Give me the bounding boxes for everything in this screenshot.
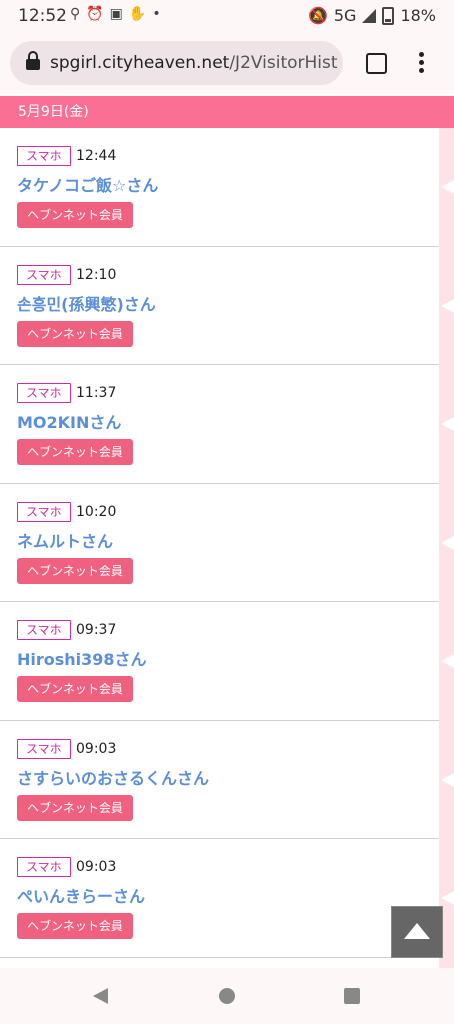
side-notch — [441, 891, 454, 905]
side-notch — [441, 654, 454, 668]
visit-time: 12:10 — [76, 266, 117, 283]
list-item: スマホ 09:03 ぺいんきらーさん ヘブンネット会員 — [0, 839, 439, 958]
visit-time: 09:37 — [76, 622, 117, 638]
lock-icon[interactable] — [26, 51, 40, 70]
device-badge: スマホ — [17, 857, 71, 877]
visitor-name-link[interactable]: MO2KINさん — [17, 409, 121, 433]
visitor-list: スマホ 12:44 タケノコご飯☆さん ヘブンネット会員 スマホ 12:10 손흥민(孫興慜… — [0, 128, 439, 958]
device-badge: スマホ — [17, 501, 71, 522]
side-notch — [441, 535, 454, 550]
visitor-name-link[interactable]: タケノコご飯☆さん — [17, 172, 158, 196]
recents-icon[interactable] — [344, 988, 360, 1004]
page-content: 5月9日(金) スマホ 12:44 タケノコご飯☆さん ヘブンネット会員 スマホ 12:1… — [0, 94, 454, 968]
member-badge: ヘブンネット会員 — [17, 913, 133, 939]
device-badge: スマホ — [17, 620, 71, 640]
notification-icons: ⚲⏰▣✋• — [70, 6, 167, 22]
visit-time: 11:37 — [76, 385, 117, 401]
list-item: スマホ 12:10 손흥민(孫興慜)さん ヘブンネット会員 — [0, 247, 439, 365]
member-badge: ヘブンネット会員 — [17, 794, 133, 821]
member-badge: ヘブンネット会員 — [17, 557, 133, 584]
list-item: スマホ 09:03 さすらいのおさるくんさん ヘブンネット会員 — [0, 721, 439, 839]
visit-time: 10:20 — [76, 503, 117, 520]
signal-icon — [362, 8, 377, 23]
scroll-to-top-button[interactable] — [391, 906, 443, 958]
url-text[interactable]: spgirl.cityheaven.net/J2VisitorHist — [50, 53, 338, 73]
back-icon[interactable] — [93, 988, 108, 1004]
side-notch — [441, 417, 454, 431]
status-right: 🔕 5G 18% — [308, 6, 436, 25]
more-menu-icon[interactable] — [419, 52, 424, 76]
member-badge: ヘブンネット会員 — [17, 676, 133, 702]
list-item: スマホ 10:20 ネムルトさん ヘブンネット会員 — [0, 484, 439, 602]
status-bar: 12:52 ⚲⏰▣✋• 🔕 5G 18% — [0, 0, 454, 32]
mute-icon: 🔕 — [307, 6, 328, 25]
visit-time: 09:03 — [76, 859, 117, 875]
network-label: 5G — [333, 6, 357, 25]
member-badge: ヘブンネット会員 — [17, 320, 133, 347]
tab-switcher-icon[interactable] — [366, 53, 387, 74]
visitor-name-link[interactable]: ネムルトさん — [17, 528, 113, 552]
member-badge: ヘブンネット会員 — [17, 202, 133, 228]
visit-time: 09:03 — [76, 740, 117, 757]
url-domain: spgirl.cityheaven.net — [50, 53, 230, 73]
date-header: 5月9日(金) — [0, 96, 454, 128]
system-nav-bar — [0, 968, 454, 1024]
visitor-name-link[interactable]: Hiroshi398さん — [17, 646, 147, 670]
address-bar[interactable]: spgirl.cityheaven.net/J2VisitorHist — [10, 41, 343, 85]
visitor-name-link[interactable]: さすらいのおさるくんさん — [17, 765, 209, 789]
device-badge: スマホ — [17, 383, 71, 403]
arrow-up-icon — [404, 923, 430, 939]
side-notch — [441, 298, 454, 313]
list-item: スマホ 12:44 タケノコご飯☆さん ヘブンネット会員 — [0, 128, 439, 247]
list-item: スマホ 09:37 Hiroshi398さん ヘブンネット会員 — [0, 602, 439, 721]
browser-toolbar: spgirl.cityheaven.net/J2VisitorHist — [0, 32, 454, 94]
side-notch — [441, 772, 454, 787]
device-badge: スマホ — [17, 738, 71, 759]
battery-level: 18% — [400, 6, 436, 25]
device-badge: スマホ — [17, 146, 71, 166]
side-notch — [441, 180, 454, 194]
member-badge: ヘブンネット会員 — [17, 439, 133, 465]
visit-time: 12:44 — [76, 148, 117, 164]
home-icon[interactable] — [219, 988, 235, 1004]
list-item: スマホ 11:37 MO2KINさん ヘブンネット会員 — [0, 365, 439, 484]
status-time: 12:52 — [18, 6, 67, 26]
visitor-name-link[interactable]: ぺいんきらーさん — [17, 883, 145, 907]
device-badge: スマホ — [17, 264, 71, 285]
battery-icon — [382, 6, 395, 25]
visitor-name-link[interactable]: 손흥민(孫興慜)さん — [17, 291, 156, 315]
url-path: /J2VisitorHist — [229, 53, 338, 73]
